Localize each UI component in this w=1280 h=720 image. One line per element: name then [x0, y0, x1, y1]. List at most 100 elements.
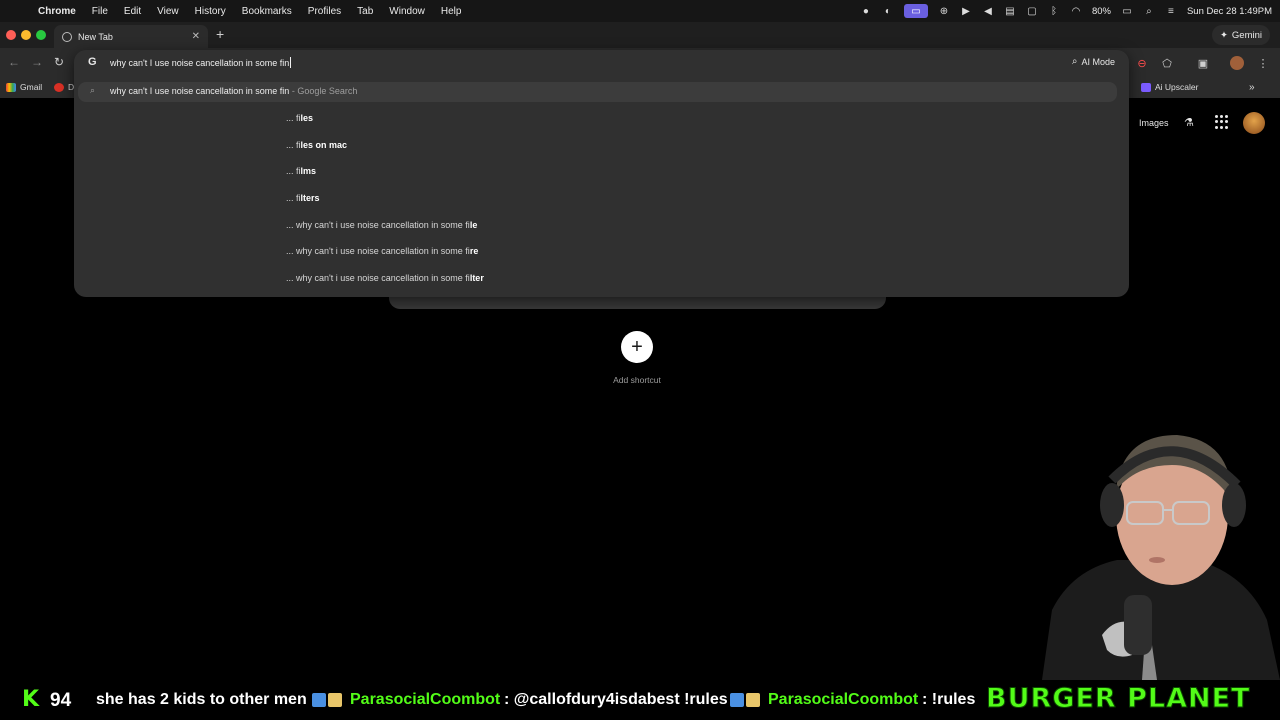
chrome-tab-strip: New Tab ✕ + ✦ Gemini [0, 22, 1280, 48]
bookmark-clipped[interactable]: D [54, 82, 74, 92]
burger-planet-logo: BURGER PLANET [985, 683, 1251, 715]
suggestion-completion: lter [469, 273, 484, 283]
kick-logo-icon: K [22, 687, 40, 712]
ai-mode-label: AI Mode [1081, 56, 1115, 67]
bookmark-gmail[interactable]: Gmail [6, 82, 42, 92]
menu-file[interactable]: File [84, 6, 116, 17]
text-caret [290, 57, 292, 68]
profile-avatar[interactable] [1230, 56, 1244, 70]
control-center-icon[interactable]: ≡ [1165, 5, 1177, 17]
menu-bar-clock[interactable]: Sun Dec 28 1:49PM [1187, 6, 1272, 17]
back-arrow-icon[interactable]: ← [8, 55, 20, 69]
tab-close-icon[interactable]: ✕ [192, 31, 200, 42]
bluetooth-icon[interactable]: ᛒ [1048, 5, 1060, 17]
ntp-images-link[interactable]: Images [1139, 118, 1169, 128]
suggestion-completion: le [469, 220, 478, 230]
display-icon[interactable]: ◐ [882, 5, 894, 17]
suggestion-completion: lters [300, 193, 320, 203]
chat-message: : @callofdury4isdabest !rules [504, 691, 728, 708]
chrome-favicon-icon [62, 31, 72, 42]
window-zoom-button[interactable] [36, 30, 46, 40]
bookmark-gmail-label: Gmail [20, 82, 43, 92]
gemini-label: Gemini [1231, 29, 1262, 41]
chat-message: : !rules [922, 691, 976, 708]
bookmark-ai-upscaler-label: Ai Upscaler [1155, 82, 1199, 92]
chat-username: ParasocialCoombot [768, 691, 919, 708]
omnibox-suggestion[interactable]: ... filters [286, 193, 320, 203]
omnibox-query: why can't I use noise cancellation in so… [110, 58, 290, 68]
suggestion-source: - Google Search [289, 86, 358, 96]
omnibox-suggestion[interactable]: ... files on mac [286, 140, 347, 150]
suggestion-text: why can't I use noise cancellation in so… [110, 86, 357, 96]
ai-search-icon: ⌕ [1071, 56, 1078, 67]
suggestion-prefix: ... fi [286, 140, 301, 150]
suggestion-query: why can't I use noise cancellation in so… [110, 86, 290, 96]
menu-edit[interactable]: Edit [116, 6, 149, 17]
omnibox-suggestion[interactable]: ... films [286, 166, 316, 176]
screen-mirror-icon[interactable]: ▢ [1026, 5, 1038, 17]
bookmark-icon [54, 82, 64, 92]
wifi-icon[interactable]: ◠ [1070, 5, 1082, 17]
tab-title: New Tab [78, 31, 113, 42]
new-tab-button[interactable]: + [216, 26, 224, 42]
menu-tab[interactable]: Tab [349, 6, 381, 17]
menu-help[interactable]: Help [433, 6, 470, 17]
battery-icon[interactable]: ▭ [1121, 5, 1133, 17]
forward-arrow-icon[interactable]: → [31, 55, 43, 69]
menu-view[interactable]: View [149, 6, 187, 17]
window-minimize-button[interactable] [21, 30, 31, 40]
gemini-button[interactable]: ✦ Gemini [1211, 25, 1270, 45]
suggestion-prefix: ... why can't i use noise cancellation i… [286, 220, 470, 230]
extensions-puzzle-icon[interactable]: ⬠ [1160, 56, 1174, 70]
tab-new-tab[interactable]: New Tab ✕ [54, 25, 208, 48]
ntp-account-avatar[interactable] [1243, 112, 1265, 134]
omnibox-suggestion-search[interactable]: ⌕ why can't I use noise cancellation in … [78, 82, 1117, 102]
side-panel-icon[interactable]: ▣ [1196, 56, 1210, 70]
menu-window[interactable]: Window [381, 6, 433, 17]
window-close-button[interactable] [6, 30, 16, 40]
viewer-count: 94 [50, 690, 72, 711]
streamer-webcam-image [1032, 410, 1280, 680]
suggestion-prefix: ... fi [286, 193, 301, 203]
menu-bookmarks[interactable]: Bookmarks [234, 6, 300, 17]
bookmark-ai-upscaler[interactable]: Ai Upscaler [1141, 82, 1198, 92]
suggestion-completion: re [469, 246, 479, 256]
clock-app-icon[interactable]: ● [860, 5, 872, 17]
macos-menu-bar: Chrome File Edit View History Bookmarks … [0, 0, 1280, 22]
globe-icon[interactable]: ⊕ [938, 5, 950, 17]
gmail-icon [6, 82, 16, 92]
ai-mode-button[interactable]: ⌕ AI Mode [1072, 56, 1115, 67]
extension-block-icon[interactable]: ⊖ [1135, 56, 1149, 70]
google-apps-grid-icon[interactable] [1215, 115, 1229, 129]
menu-bar-tray: ● ◐ ▭ ⊕ ▶ ◀ ▤ ▢ ᛒ ◠ 80% ▭ ⌕ ≡ Sun Dec 28… [860, 0, 1272, 22]
keyboard-icon[interactable]: ▤ [1004, 5, 1016, 17]
omnibox-suggestion[interactable]: ... files [286, 113, 313, 123]
menu-profiles[interactable]: Profiles [300, 6, 349, 17]
chat-badge-emote-icon [312, 693, 342, 707]
sparkle-icon: ✦ [1219, 29, 1228, 41]
omnibox-dropdown: G why can't I use noise cancellation in … [74, 50, 1129, 297]
webcam-overlay [1032, 410, 1280, 680]
add-shortcut-label: Add shortcut [613, 375, 661, 385]
play-icon[interactable]: ▶ [960, 5, 972, 17]
omnibox-input[interactable]: why can't I use noise cancellation in so… [110, 57, 292, 68]
google-g-icon: G [88, 56, 97, 68]
add-shortcut-button[interactable]: + [621, 331, 653, 363]
more-bookmarks-chevron-icon[interactable]: » [1249, 82, 1255, 93]
menu-app-name[interactable]: Chrome [30, 6, 84, 17]
labs-flask-icon[interactable]: ⚗ [1184, 116, 1194, 129]
suggestion-completion: les on mac [300, 140, 348, 150]
omnibox-input-row[interactable]: G why can't I use noise cancellation in … [74, 50, 1129, 76]
chat-badge-emote-icon [730, 693, 760, 707]
suggestion-prefix: ... fi [286, 113, 301, 123]
menu-history[interactable]: History [187, 6, 234, 17]
omnibox-suggestion[interactable]: ... why can't i use noise cancellation i… [286, 273, 484, 283]
spotlight-search-icon[interactable]: ⌕ [1143, 5, 1155, 17]
omnibox-suggestion[interactable]: ... why can't i use noise cancellation i… [286, 246, 478, 256]
volume-icon[interactable]: ◀ [982, 5, 994, 17]
omnibox-suggestion[interactable]: ... why can't i use noise cancellation i… [286, 220, 477, 230]
screen-record-icon[interactable]: ▭ [903, 4, 928, 18]
chrome-menu-icon[interactable]: ⋮ [1256, 56, 1270, 70]
reload-icon[interactable]: ↻ [54, 55, 64, 69]
suggestion-prefix: ... fi [286, 166, 301, 176]
